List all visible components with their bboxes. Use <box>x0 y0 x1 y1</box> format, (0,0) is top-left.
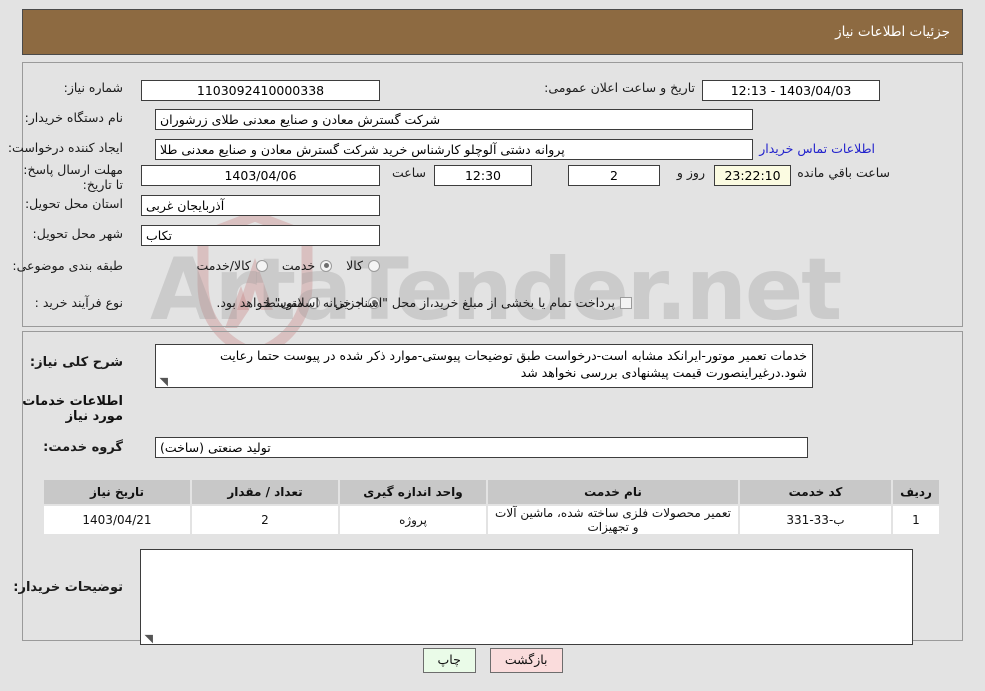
column-header-index: ردیف <box>893 480 939 504</box>
need-number-field[interactable]: 1103092410000338 <box>141 80 380 101</box>
announce-datetime-label: تاریخ و ساعت اعلان عمومی: <box>544 80 695 95</box>
buyer-org-field[interactable]: شرکت گسترش معادن و صنایع معدنی طلای زرشو… <box>155 109 753 130</box>
service-group-label: گروه خدمت: <box>43 440 123 455</box>
category-option-khedmat[interactable]: خدمت <box>281 258 333 273</box>
province-label: استان محل تحویل: <box>24 196 123 211</box>
buyer-org-field-wrap: شرکت گسترش معادن و صنایع معدنی طلای زرشو… <box>155 109 753 130</box>
remaining-days-field[interactable]: 2 <box>568 165 660 186</box>
buyer-comments-textarea[interactable]: ◥ <box>140 549 913 645</box>
remaining-days-label-wrap: روز و <box>677 165 705 180</box>
remaining-time-label-wrap: ساعت باقي مانده <box>797 165 890 180</box>
description-textarea[interactable]: خدمات تعمیر موتور-ایرانکد مشابه است-درخو… <box>155 344 813 388</box>
footer-button-bar: بازگشت چاپ <box>0 648 985 673</box>
column-header-code: کد خدمت <box>740 480 891 504</box>
announce-datetime-field-wrap: 1403/04/03 - 12:13 <box>702 80 880 101</box>
deadline-hour-field-wrap: 12:30 <box>434 165 532 186</box>
remaining-days-label: روز و <box>676 165 705 180</box>
city-label: شهر محل تحویل: <box>32 226 123 241</box>
cell-code: ب-33-331 <box>740 506 891 534</box>
need-number-field-wrap: 1103092410000338 <box>141 80 380 101</box>
city-label-wrap: شهر محل تحویل: <box>33 226 123 241</box>
checkbox-icon-treasury[interactable] <box>620 296 632 309</box>
description-text: خدمات تعمیر موتور-ایرانکد مشابه است-درخو… <box>220 348 807 380</box>
deadline-date-field[interactable]: 1403/04/06 <box>141 165 380 186</box>
province-field-wrap: آذربایجان غربی <box>141 195 380 216</box>
deadline-hour-label-wrap: ساعت <box>392 165 426 180</box>
resize-grip-icon-comments[interactable]: ◥ <box>143 633 153 644</box>
page-title-bar: جزئیات اطلاعات نیاز <box>22 9 963 55</box>
buyer-contact-link[interactable]: اطلاعات تماس خریدار <box>759 141 875 156</box>
cell-index: 1 <box>893 506 939 534</box>
table-row[interactable]: 1 ب-33-331 تعمیر محصولات فلزی ساخته شده،… <box>44 506 939 534</box>
radio-icon-kala[interactable] <box>368 259 380 272</box>
cell-quantity: 2 <box>192 506 338 534</box>
back-button[interactable]: بازگشت <box>489 648 563 673</box>
category-options: کالا خدمت کالا/خدمت <box>182 258 380 273</box>
cell-name: تعمیر محصولات فلزی ساخته شده، ماشین آلات… <box>488 506 738 534</box>
column-header-unit: واحد اندازه گیری <box>340 480 486 504</box>
page-title: جزئیات اطلاعات نیاز <box>835 24 950 40</box>
announce-datetime-field[interactable]: 1403/04/03 - 12:13 <box>702 80 880 101</box>
requester-field-wrap: پروانه دشتی آلوچلو کارشناس خرید شرکت گست… <box>155 139 753 160</box>
need-number-row: شماره نیاز: <box>64 80 123 95</box>
category-option-kala-label: کالا <box>346 258 363 273</box>
deadline-label-wrap: مهلت ارسال پاسخ: تا تاریخ: <box>18 162 123 192</box>
cell-date: 1403/04/21 <box>44 506 190 534</box>
requester-label: ایجاد کننده درخواست: <box>7 140 123 155</box>
remaining-days-field-wrap: 2 <box>568 165 660 186</box>
buyer-comments-label: توضیحات خریدار: <box>13 580 123 595</box>
province-label-wrap: استان محل تحویل: <box>25 196 123 211</box>
category-option-kala-khedmat-label: کالا/خدمت <box>196 258 251 273</box>
treasury-checkbox-label: پرداخت تمام یا بخشی از مبلغ خرید،از محل … <box>216 295 615 310</box>
category-label-wrap: طبقه بندی موضوعی: <box>12 258 123 273</box>
radio-icon-khedmat[interactable] <box>320 259 333 272</box>
service-group-field[interactable]: تولید صنعتی (ساخت) <box>155 437 808 458</box>
city-field-wrap: تکاب <box>141 225 380 246</box>
print-button[interactable]: چاپ <box>422 648 476 673</box>
buyer-org-label: نام دستگاه خریدار: <box>24 110 123 125</box>
treasury-checkbox-wrap[interactable]: پرداخت تمام یا بخشی از مبلغ خرید،از محل … <box>216 295 632 310</box>
province-field[interactable]: آذربایجان غربی <box>141 195 380 216</box>
announce-datetime-label-wrap: تاریخ و ساعت اعلان عمومی: <box>544 80 695 95</box>
buyer-org-label-wrap: نام دستگاه خریدار: <box>25 110 123 125</box>
purchase-type-label: نوع فرآیند خرید : <box>34 295 123 310</box>
city-field[interactable]: تکاب <box>141 225 380 246</box>
purchase-type-label-wrap: نوع فرآیند خرید : <box>35 295 123 310</box>
treasury-checkbox-row: پرداخت تمام یا بخشی از مبلغ خرید،از محل … <box>216 295 632 310</box>
page-root: ArtaTender.net جزئیات اطلاعات نیاز شماره… <box>0 0 985 691</box>
requester-field[interactable]: پروانه دشتی آلوچلو کارشناس خرید شرکت گست… <box>155 139 753 160</box>
service-group-label-wrap: گروه خدمت: <box>43 440 123 455</box>
requester-label-wrap: ایجاد کننده درخواست: <box>8 140 123 155</box>
column-header-date: تاریخ نیاز <box>44 480 190 504</box>
description-label: شرح کلی نیاز: <box>29 355 123 370</box>
buyer-contact-link-wrap: اطلاعات تماس خریدار <box>759 141 875 156</box>
category-option-kala[interactable]: کالا <box>346 258 380 273</box>
remaining-time-field: 23:22:10 <box>714 165 791 186</box>
radio-icon-kala-khedmat[interactable] <box>255 259 268 272</box>
deadline-hour-label: ساعت <box>391 165 426 180</box>
remaining-time-field-wrap: 23:22:10 <box>714 165 791 186</box>
column-header-quantity: تعداد / مقدار <box>192 480 338 504</box>
buyer-comments-label-wrap: توضیحات خریدار: <box>13 580 123 595</box>
remaining-time-label: ساعت باقي مانده <box>797 165 890 180</box>
need-number-label: شماره نیاز: <box>63 80 123 95</box>
description-label-wrap: شرح کلی نیاز: <box>30 355 123 370</box>
category-label: طبقه بندی موضوعی: <box>12 258 123 273</box>
cell-unit: پروژه <box>340 506 486 534</box>
resize-grip-icon[interactable]: ◥ <box>158 376 168 387</box>
services-section-heading: اطلاعات خدمات مورد نیاز <box>22 394 123 424</box>
column-header-name: نام خدمت <box>488 480 738 504</box>
category-option-khedmat-label: خدمت <box>281 258 316 273</box>
services-table: ردیف کد خدمت نام خدمت واحد اندازه گیری ت… <box>42 478 941 536</box>
table-header-row: ردیف کد خدمت نام خدمت واحد اندازه گیری ت… <box>44 480 939 504</box>
deadline-label: مهلت ارسال پاسخ: تا تاریخ: <box>23 162 123 192</box>
deadline-hour-field[interactable]: 12:30 <box>434 165 532 186</box>
category-option-kala-khedmat[interactable]: کالا/خدمت <box>196 258 268 273</box>
deadline-date-field-wrap: 1403/04/06 <box>141 165 380 186</box>
